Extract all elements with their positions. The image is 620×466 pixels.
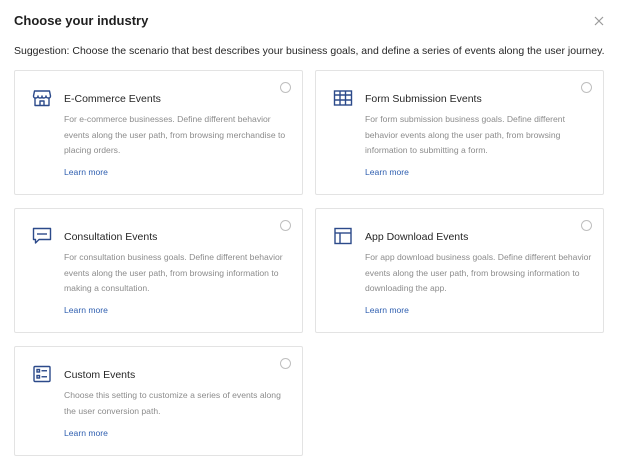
learn-more-link[interactable]: Learn more (64, 304, 108, 316)
store-icon (32, 89, 52, 107)
learn-more-link[interactable]: Learn more (365, 304, 409, 316)
suggestion-text: Suggestion: Choose the scenario that bes… (14, 45, 605, 57)
custom-radio[interactable] (280, 358, 291, 369)
dialog-title: Choose your industry (14, 13, 149, 28)
app-download-radio[interactable] (581, 220, 592, 231)
card-description: Choose this setting to customize a serie… (64, 390, 281, 416)
ecommerce-radio[interactable] (280, 82, 291, 93)
learn-more-link[interactable]: Learn more (64, 166, 108, 178)
card-title: Consultation Events (64, 231, 158, 243)
consultation-radio[interactable] (280, 220, 291, 231)
dialog-header: Choose your industry (14, 12, 606, 32)
table-icon (333, 89, 353, 107)
card-description: For consultation business goals. Define … (64, 252, 283, 293)
card-custom-events[interactable]: Custom Events Choose this setting to cus… (14, 346, 303, 456)
card-description: For form submission business goals. Defi… (365, 114, 565, 155)
card-title: Custom Events (64, 369, 136, 381)
form-submission-radio[interactable] (581, 82, 592, 93)
card-description: For e-commerce businesses. Define differ… (64, 114, 286, 155)
layout-icon (333, 227, 353, 245)
card-description: For app download business goals. Define … (365, 252, 592, 293)
card-title: E-Commerce Events (64, 93, 161, 105)
list-icon (32, 365, 52, 383)
card-app-download-events[interactable]: App Download Events For app download bus… (315, 208, 604, 333)
chat-icon (32, 227, 52, 245)
learn-more-link[interactable]: Learn more (64, 427, 108, 439)
card-title: App Download Events (365, 231, 469, 243)
learn-more-link[interactable]: Learn more (365, 166, 409, 178)
card-title: Form Submission Events (365, 93, 482, 105)
close-icon[interactable] (592, 14, 606, 28)
card-ecommerce-events[interactable]: E-Commerce Events For e-commerce busines… (14, 70, 303, 195)
card-consultation-events[interactable]: Consultation Events For consultation bus… (14, 208, 303, 333)
card-form-submission-events[interactable]: Form Submission Events For form submissi… (315, 70, 604, 195)
